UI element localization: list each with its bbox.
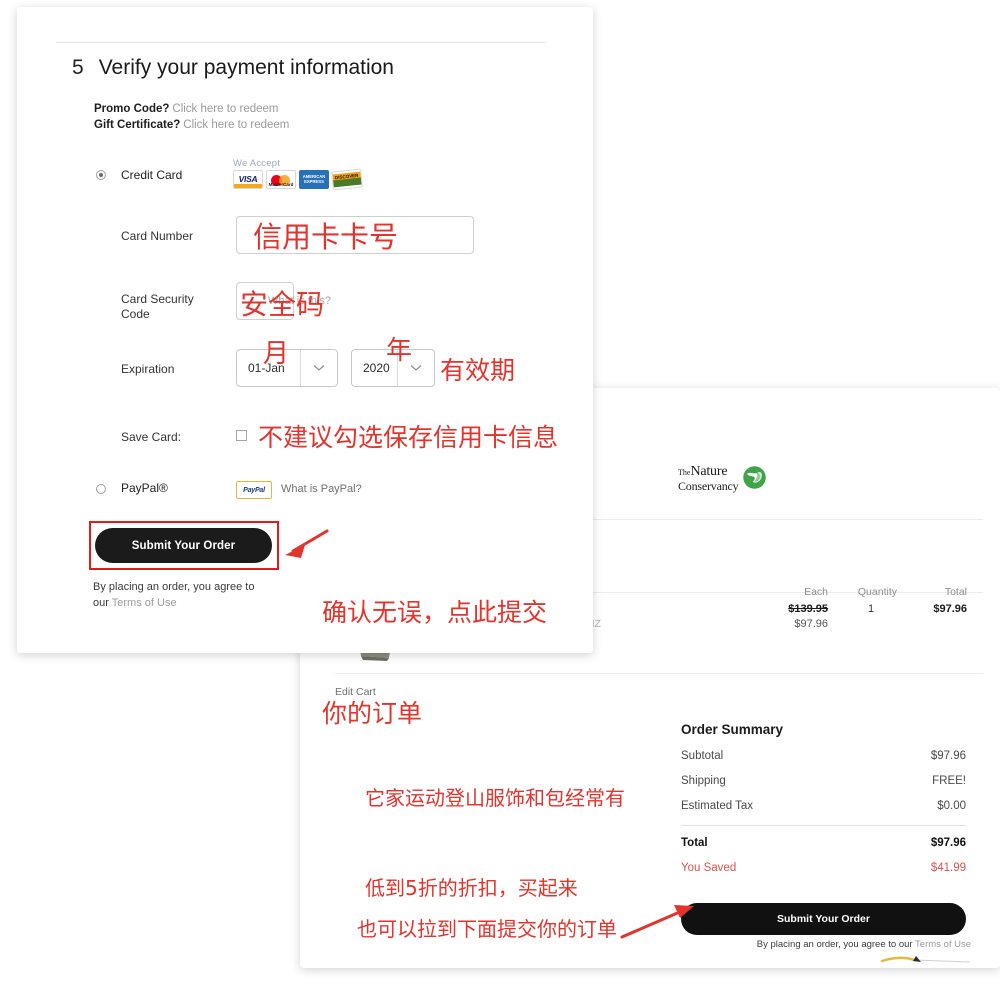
summary-value-you-saved: $41.99 xyxy=(930,862,966,874)
summary-value-shipping: FREE! xyxy=(932,775,966,787)
screenshot-root: TheNature Conservancy Each Quantity Tota… xyxy=(0,0,1000,1000)
we-accept-block: We Accept VISA MasterCard AMERICAN EXPRES… xyxy=(233,158,363,191)
annotation-expiration: 有效期 xyxy=(440,356,516,385)
column-header-quantity: Quantity xyxy=(857,586,897,598)
scroll-doodle xyxy=(880,956,970,963)
we-accept-label: We Accept xyxy=(233,158,281,169)
visa-icon: VISA xyxy=(233,170,263,189)
terms-notice-bottom: By placing an order, you agree to our Te… xyxy=(681,939,971,950)
promo-code-link[interactable]: Click here to redeem xyxy=(172,103,278,115)
terms-of-use-link-top[interactable]: Terms of Use xyxy=(112,597,177,609)
cart-item-total: $97.96 xyxy=(933,603,967,615)
gift-certificate-row: Gift Certificate? Click here to redeem xyxy=(94,119,289,131)
cart-item-original-price: $139.95 xyxy=(788,603,828,615)
annotation-discount-line2: 低到5折的折扣，买起来 xyxy=(365,876,578,900)
label-expiration: Expiration xyxy=(121,362,175,376)
annotation-security-code: 安全码 xyxy=(240,288,325,321)
submit-order-button-bottom-label: Submit Your Order xyxy=(777,913,870,925)
summary-row-tax: Estimated Tax $0.00 xyxy=(681,800,966,812)
summary-value-total: $97.96 xyxy=(930,837,966,849)
accepted-card-logos: VISA MasterCard AMERICAN EXPRESS DISCOVER xyxy=(233,168,363,191)
summary-divider xyxy=(681,825,966,826)
column-header-each: Each xyxy=(804,586,828,598)
annotation-arrow-submit xyxy=(285,529,329,558)
gift-certificate-label: Gift Certificate? xyxy=(94,119,181,131)
gift-certificate-link[interactable]: Click here to redeem xyxy=(183,119,289,131)
summary-label-shipping: Shipping xyxy=(681,775,726,787)
annotation-scroll-hint: 也可以拉到下面提交你的订单 xyxy=(357,917,617,941)
order-summary: Order Summary Subtotal $97.96 Shipping F… xyxy=(681,722,966,887)
summary-label-total: Total xyxy=(681,837,708,849)
step-title: Verify your payment information xyxy=(98,56,394,79)
paypal-icon: PayPal xyxy=(236,481,272,499)
radio-label-credit-card[interactable]: Credit Card xyxy=(121,168,182,182)
page-title: 5 Verify your payment information xyxy=(72,56,394,80)
step-number: 5 xyxy=(72,56,84,79)
radio-label-paypal[interactable]: PayPal® xyxy=(121,481,168,495)
summary-label-subtotal: Subtotal xyxy=(681,750,724,762)
nature-conservancy-logo: TheNature Conservancy xyxy=(678,463,767,492)
annotation-month: 月 xyxy=(263,339,290,369)
submit-order-button-bottom[interactable]: Submit Your Order xyxy=(681,903,966,935)
globe-icon xyxy=(743,466,767,489)
summary-row-subtotal: Subtotal $97.96 xyxy=(681,750,966,762)
annotation-submit-order-line1: 确认无误，点此提交 xyxy=(322,597,548,627)
terms-of-use-link-bottom[interactable]: Terms of Use xyxy=(915,939,971,950)
promo-code-row: Promo Code? Click here to redeem xyxy=(94,103,279,115)
cart-item-quantity: 1 xyxy=(867,603,875,615)
brand-the: The xyxy=(678,468,691,477)
summary-row-you-saved: You Saved $41.99 xyxy=(681,862,966,874)
annotation-card-number: 信用卡卡号 xyxy=(253,220,399,254)
summary-value-tax: $0.00 xyxy=(937,800,966,812)
annotation-discount-line1: 它家运动登山服饰和包经常有 xyxy=(365,786,625,810)
radio-credit-card[interactable] xyxy=(96,170,106,180)
chevron-down-icon xyxy=(300,350,337,386)
panel-top-divider xyxy=(56,42,546,43)
what-is-paypal-link[interactable]: What is PayPal? xyxy=(281,483,362,495)
summary-row-shipping: Shipping FREE! xyxy=(681,775,966,787)
column-header-total: Total xyxy=(944,586,967,598)
save-card-checkbox[interactable] xyxy=(236,430,247,441)
terms-notice-top: By placing an order, you agree to our Te… xyxy=(93,580,273,612)
annotation-year: 年 xyxy=(386,336,413,366)
radio-paypal[interactable] xyxy=(96,484,106,494)
label-card-security-code: Card Security Code xyxy=(121,292,194,321)
terms-prefix-bottom: By placing an order, you agree to our xyxy=(756,939,913,950)
annotation-arrow-scroll xyxy=(620,905,694,939)
mastercard-icon: MasterCard xyxy=(266,170,296,189)
brand-nature: Nature xyxy=(690,464,728,479)
summary-label-you-saved: You Saved xyxy=(681,862,737,874)
amex-icon: AMERICAN EXPRESS xyxy=(299,170,329,189)
discover-icon: DISCOVER xyxy=(331,168,363,191)
cart-item-sale-price: $97.96 xyxy=(794,618,828,630)
summary-row-total: Total $97.96 xyxy=(681,837,966,849)
brand-conservancy: Conservancy xyxy=(678,479,739,493)
summary-label-tax: Estimated Tax xyxy=(681,800,754,812)
promo-code-label: Promo Code? xyxy=(94,103,170,115)
label-save-card: Save Card: xyxy=(121,430,182,444)
annotation-save-card: 不建议勾选保存信用卡信息 xyxy=(258,423,559,452)
summary-value-subtotal: $97.96 xyxy=(930,750,966,762)
order-summary-title: Order Summary xyxy=(681,722,784,737)
paypal-badge-text: PayPal xyxy=(243,486,265,494)
label-card-number: Card Number xyxy=(121,229,194,243)
submit-button-highlight xyxy=(89,521,279,570)
